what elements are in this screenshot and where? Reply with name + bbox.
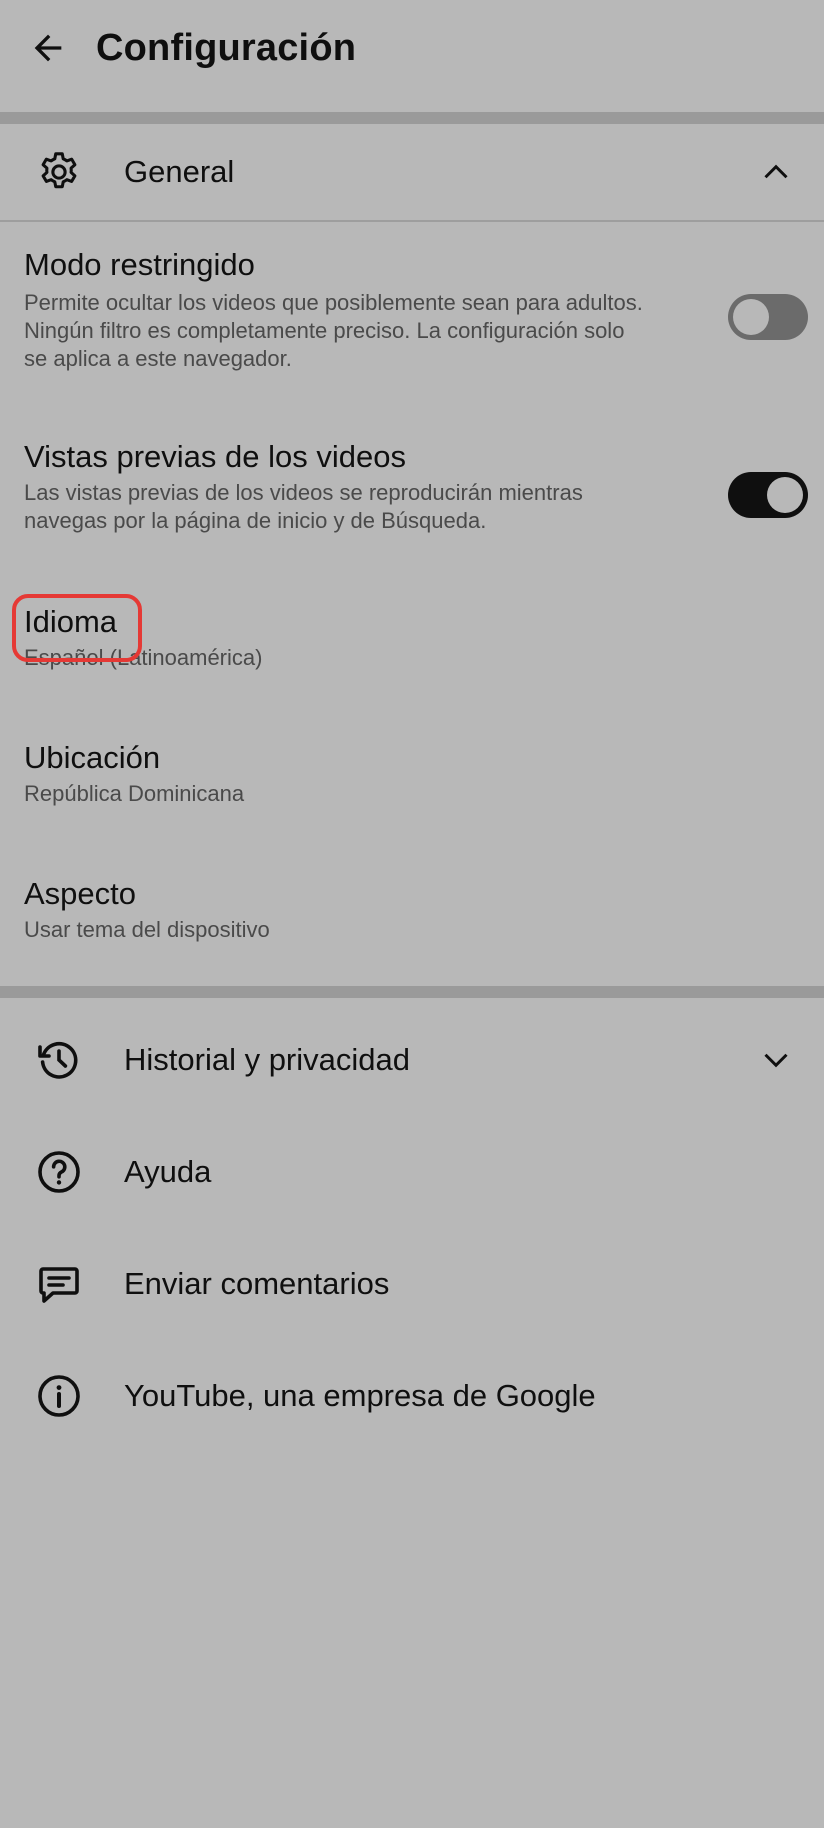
setting-value: Usar tema del dispositivo — [24, 917, 270, 942]
setting-appearance[interactable]: Aspecto Usar tema del dispositivo — [0, 874, 824, 954]
history-privacy-section[interactable]: Historial y privacidad — [0, 1010, 824, 1110]
chevron-down-icon[interactable] — [752, 1036, 800, 1084]
section-separator — [0, 986, 824, 998]
history-icon — [34, 1035, 84, 1085]
highlight-annotation — [12, 594, 142, 662]
restricted-mode-toggle[interactable] — [728, 294, 808, 340]
about-item[interactable]: YouTube, una empresa de Google — [0, 1346, 824, 1446]
general-section-header[interactable]: General — [0, 124, 824, 220]
setting-title: Aspecto — [24, 876, 137, 911]
video-previews-toggle[interactable] — [728, 472, 808, 518]
back-button[interactable] — [18, 20, 78, 76]
help-label: Ayuda — [124, 1154, 212, 1189]
page-title: Configuración — [96, 27, 357, 69]
setting-title: Ubicación — [24, 740, 161, 775]
toggle-knob — [733, 299, 769, 335]
general-section-label: General — [124, 154, 235, 189]
history-privacy-label: Historial y privacidad — [124, 1042, 410, 1077]
info-icon — [34, 1371, 84, 1421]
help-item[interactable]: Ayuda — [0, 1122, 824, 1222]
setting-description: Permite ocultar los videos que posibleme… — [24, 290, 643, 371]
arrow-back-icon — [28, 28, 68, 68]
setting-title: Vistas previas de los videos — [24, 439, 406, 474]
setting-description: Las vistas previas de los videos se repr… — [24, 480, 583, 533]
setting-value: República Dominicana — [24, 781, 245, 806]
setting-video-previews[interactable]: Vistas previas de los videos Las vistas … — [0, 432, 824, 562]
send-feedback-item[interactable]: Enviar comentarios — [0, 1234, 824, 1334]
about-label: YouTube, una empresa de Google — [124, 1378, 596, 1413]
help-icon — [34, 1147, 84, 1197]
section-separator — [0, 112, 824, 124]
chevron-up-icon[interactable] — [752, 148, 800, 196]
toggle-knob — [767, 477, 803, 513]
gear-icon — [34, 147, 84, 197]
top-app-bar: Configuración — [0, 0, 824, 96]
setting-location[interactable]: Ubicación República Dominicana — [0, 738, 824, 818]
feedback-icon — [34, 1259, 84, 1309]
section-divider — [0, 220, 824, 222]
send-feedback-label: Enviar comentarios — [124, 1266, 390, 1301]
setting-restricted-mode[interactable]: Modo restringido Permite ocultar los vid… — [0, 240, 824, 400]
setting-title: Modo restringido — [24, 247, 255, 282]
